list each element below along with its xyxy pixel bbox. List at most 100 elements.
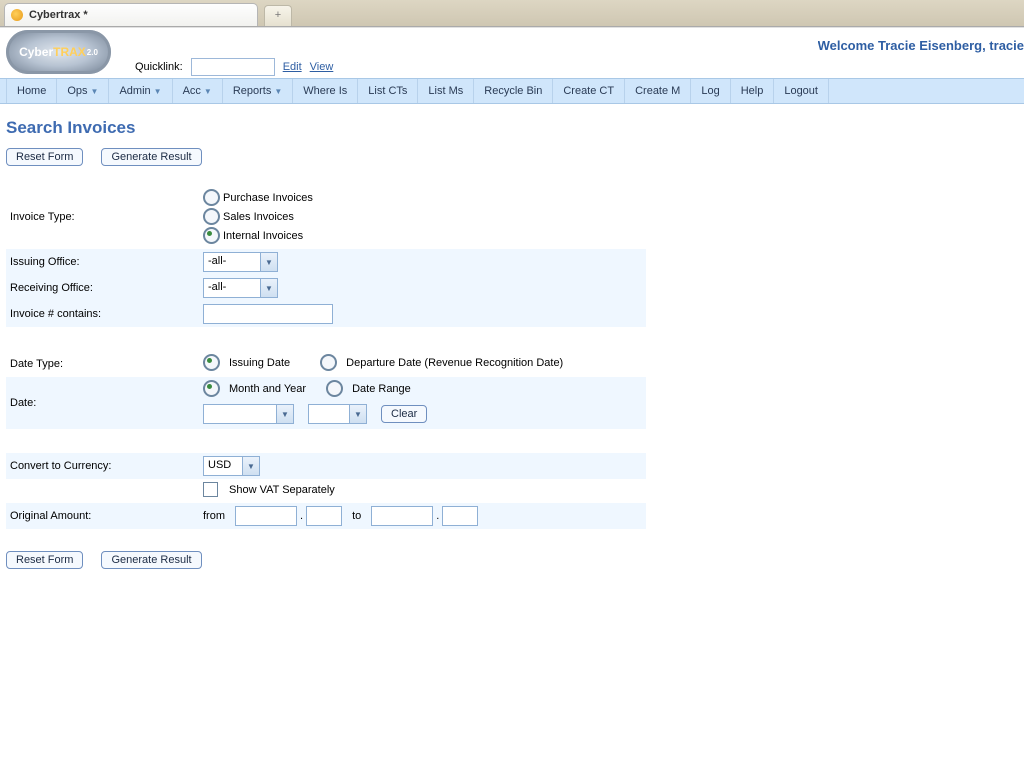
menu-item-label: Create CT (563, 85, 614, 97)
menu-item-label: Home (17, 85, 46, 97)
date-month-select[interactable]: ▼ (203, 404, 294, 424)
menu-item-reports[interactable]: Reports▼ (223, 79, 293, 103)
chevron-down-icon: ▼ (260, 279, 277, 297)
invoice-type-radios: Purchase Invoices Sales Invoices Interna… (203, 189, 642, 244)
favicon-icon (11, 9, 23, 21)
date-mode-monthyear-label: Month and Year (229, 383, 306, 395)
date-label: Date: (6, 377, 199, 429)
page-body: Search Invoices Reset Form Generate Resu… (0, 104, 1024, 597)
page-title: Search Invoices (6, 118, 1018, 138)
menu-item-where-is[interactable]: Where Is (293, 79, 358, 103)
convert-currency-select[interactable]: USD ▼ (203, 456, 260, 476)
receiving-office-select[interactable]: -all- ▼ (203, 278, 278, 298)
menu-item-label: List CTs (368, 85, 407, 97)
menu-item-recycle-bin[interactable]: Recycle Bin (474, 79, 553, 103)
menu-item-label: List Ms (428, 85, 463, 97)
chevron-down-icon: ▼ (242, 457, 259, 475)
menu-item-label: Create M (635, 85, 680, 97)
welcome-text: Welcome Tracie Eisenberg, tracie (818, 38, 1024, 53)
date-type-label: Date Type: (6, 351, 199, 377)
logo-text-c: 2.0 (87, 48, 98, 57)
menu-item-label: Log (701, 85, 719, 97)
amount-from-dec-input[interactable] (306, 506, 342, 526)
date-type-departure-radio[interactable] (320, 354, 337, 371)
logo-text-b: TRAX (53, 45, 86, 59)
quicklink-area: Quicklink: Edit View (135, 58, 333, 76)
quicklink-input[interactable] (191, 58, 275, 76)
quicklink-label: Quicklink: (135, 61, 183, 73)
menu-item-label: Logout (784, 85, 818, 97)
to-label: to (352, 510, 361, 522)
amount-to-int-input[interactable] (371, 506, 433, 526)
convert-currency-label: Convert to Currency: (6, 453, 199, 479)
menu-item-label: Recycle Bin (484, 85, 542, 97)
menu-item-label: Acc (183, 85, 201, 97)
date-year-select[interactable]: ▼ (308, 404, 367, 424)
invoice-type-internal-radio[interactable] (203, 227, 220, 244)
convert-currency-value: USD (204, 457, 242, 475)
invoice-type-internal-label: Internal Invoices (223, 230, 303, 242)
reset-form-button[interactable]: Reset Form (6, 148, 83, 166)
chevron-down-icon: ▼ (91, 87, 99, 96)
amount-from-int-input[interactable] (235, 506, 297, 526)
browser-tab-active[interactable]: Cybertrax * (4, 3, 258, 26)
clear-date-button[interactable]: Clear (381, 405, 427, 423)
menu-item-create-m[interactable]: Create M (625, 79, 691, 103)
date-mode-range-radio[interactable] (326, 380, 343, 397)
top-button-row: Reset Form Generate Result (6, 148, 1018, 166)
original-amount-label: Original Amount: (6, 503, 199, 529)
main-menubar: HomeOps▼Admin▼Acc▼Reports▼Where IsList C… (0, 78, 1024, 104)
show-vat-checkbox[interactable] (203, 482, 218, 497)
menu-item-acc[interactable]: Acc▼ (173, 79, 223, 103)
menu-item-label: Reports (233, 85, 272, 97)
invoice-type-label: Invoice Type: (6, 184, 199, 249)
issuing-office-select[interactable]: -all- ▼ (203, 252, 278, 272)
menu-item-label: Admin (119, 85, 150, 97)
invoice-number-label: Invoice # contains: (6, 301, 199, 327)
date-type-departure-label: Departure Date (Revenue Recognition Date… (346, 357, 563, 369)
menu-item-help[interactable]: Help (731, 79, 775, 103)
date-type-issuing-label: Issuing Date (229, 357, 290, 369)
logo-text-a: Cyber (19, 45, 53, 59)
reset-form-button-bottom[interactable]: Reset Form (6, 551, 83, 569)
receiving-office-value: -all- (204, 279, 260, 297)
generate-result-button[interactable]: Generate Result (101, 148, 201, 166)
menu-item-admin[interactable]: Admin ▼ (109, 79, 172, 103)
chevron-down-icon: ▼ (204, 87, 212, 96)
bottom-button-row: Reset Form Generate Result (6, 551, 1018, 569)
menu-item-create-ct[interactable]: Create CT (553, 79, 625, 103)
invoice-type-sales-radio[interactable] (203, 208, 220, 225)
invoice-type-sales-label: Sales Invoices (223, 211, 294, 223)
generate-result-button-bottom[interactable]: Generate Result (101, 551, 201, 569)
menu-item-label: Where Is (303, 85, 347, 97)
invoice-type-purchase-label: Purchase Invoices (223, 192, 313, 204)
chevron-down-icon: ▼ (274, 87, 282, 96)
menu-item-list-ms[interactable]: List Ms (418, 79, 474, 103)
app-header: CyberTRAX2.0 Welcome Tracie Eisenberg, t… (0, 27, 1024, 78)
issuing-office-value: -all- (204, 253, 260, 271)
receiving-office-label: Receiving Office: (6, 275, 199, 301)
menu-item-log[interactable]: Log (691, 79, 730, 103)
invoice-type-purchase-radio[interactable] (203, 189, 220, 206)
new-tab-button[interactable]: + (264, 5, 292, 26)
chevron-down-icon: ▼ (276, 405, 293, 423)
amount-to-dec-input[interactable] (442, 506, 478, 526)
menu-item-ops[interactable]: Ops ▼ (57, 79, 109, 103)
show-vat-label: Show VAT Separately (229, 484, 335, 496)
chevron-down-icon: ▼ (154, 87, 162, 96)
browser-tabstrip: Cybertrax * + (0, 0, 1024, 27)
chevron-down-icon: ▼ (260, 253, 277, 271)
menu-item-label: Ops (67, 85, 87, 97)
invoice-number-input[interactable] (203, 304, 333, 324)
date-mode-monthyear-radio[interactable] (203, 380, 220, 397)
from-label: from (203, 510, 225, 522)
quicklink-view-link[interactable]: View (310, 61, 334, 73)
menu-item-home[interactable]: Home (6, 79, 57, 103)
date-mode-range-label: Date Range (352, 383, 411, 395)
menu-item-list-cts[interactable]: List CTs (358, 79, 418, 103)
quicklink-edit-link[interactable]: Edit (283, 61, 302, 73)
issuing-office-label: Issuing Office: (6, 249, 199, 275)
menu-item-label: Help (741, 85, 764, 97)
date-type-issuing-radio[interactable] (203, 354, 220, 371)
menu-item-logout[interactable]: Logout (774, 79, 829, 103)
